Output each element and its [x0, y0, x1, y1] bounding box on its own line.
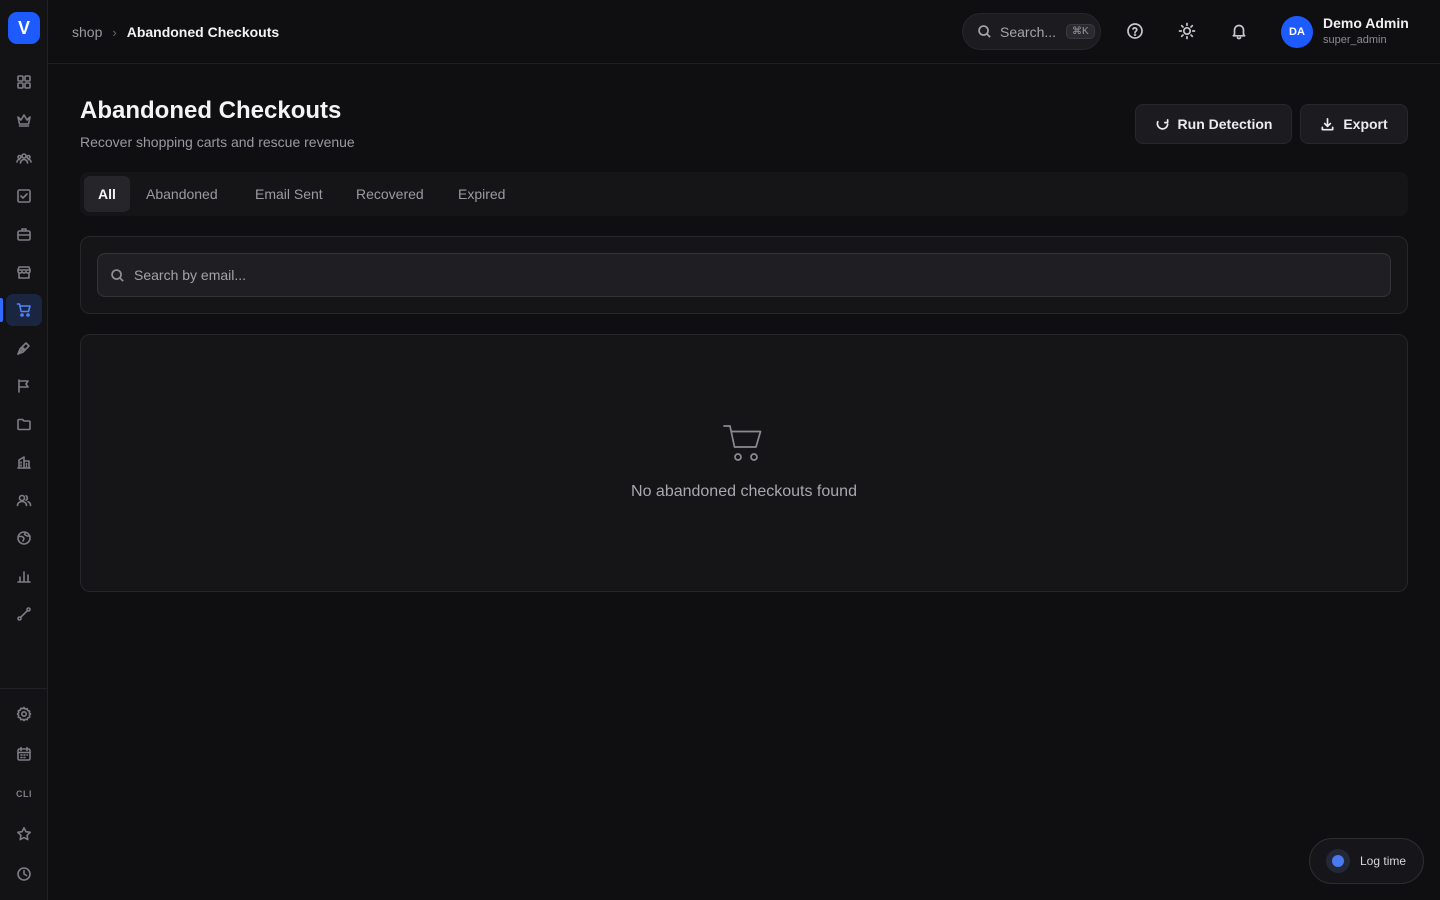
briefcase-icon[interactable] [6, 218, 42, 250]
log-time-label: Log time [1360, 854, 1407, 868]
sidebar-divider [0, 688, 48, 689]
breadcrumb: shop › Abandoned Checkouts [72, 24, 279, 40]
status-tabs: All Abandoned Email Sent Recovered Expir… [80, 172, 1408, 216]
breadcrumb-separator: › [112, 24, 117, 40]
log-time-button[interactable]: Log time [1309, 838, 1424, 884]
folder-icon[interactable] [6, 408, 42, 440]
run-detection-label: Run Detection [1177, 116, 1273, 132]
breadcrumb-current: Abandoned Checkouts [126, 24, 280, 40]
user-role: super_admin [1323, 34, 1387, 46]
help-icon[interactable] [1124, 20, 1146, 42]
breadcrumb-root[interactable]: shop [72, 24, 102, 40]
building-icon[interactable] [6, 446, 42, 478]
export-button[interactable]: Export [1300, 104, 1408, 144]
cart-icon [721, 421, 767, 467]
sidebar: V CLI [0, 0, 48, 900]
sun-icon[interactable] [1176, 20, 1198, 42]
tasks-icon[interactable] [6, 180, 42, 212]
email-search-box[interactable] [97, 253, 1391, 297]
email-search-input[interactable] [134, 267, 1334, 283]
empty-state-card: No abandoned checkouts found [80, 334, 1408, 592]
cli-button[interactable]: CLI [6, 778, 42, 810]
cli-label: CLI [16, 789, 32, 799]
tab-all[interactable]: All [84, 176, 130, 212]
search-shortcut: ⌘K [1066, 24, 1095, 39]
globe-icon[interactable] [6, 522, 42, 554]
user-name[interactable]: Demo Admin [1323, 15, 1409, 31]
active-indicator [0, 298, 3, 322]
cart-icon[interactable] [6, 294, 42, 326]
refresh-icon [1156, 118, 1169, 130]
users-icon[interactable] [6, 484, 42, 516]
timer-icon [1326, 849, 1350, 873]
tab-recovered[interactable]: Recovered [342, 176, 438, 212]
bell-icon[interactable] [1228, 20, 1250, 42]
download-icon [1321, 117, 1334, 130]
settings-icon[interactable] [6, 698, 42, 730]
page-title: Abandoned Checkouts [80, 97, 342, 124]
empty-state-message: No abandoned checkouts found [631, 483, 857, 500]
avatar[interactable]: DA [1281, 16, 1313, 48]
page-subtitle: Recover shopping carts and rescue revenu… [80, 134, 355, 150]
dashboard-icon[interactable] [6, 66, 42, 98]
route-icon[interactable] [6, 598, 42, 630]
global-search[interactable]: Search... ⌘K [962, 13, 1101, 50]
star-icon[interactable] [6, 818, 42, 850]
tab-abandoned[interactable]: Abandoned [132, 176, 232, 212]
search-icon [978, 25, 991, 38]
clock-icon[interactable] [6, 858, 42, 890]
calendar-icon[interactable] [6, 738, 42, 770]
topbar: shop › Abandoned Checkouts Search... ⌘K … [48, 0, 1440, 64]
team-icon[interactable] [6, 142, 42, 174]
store-icon[interactable] [6, 256, 42, 288]
crown-icon[interactable] [6, 104, 42, 136]
app-logo[interactable]: V [8, 12, 40, 44]
filter-card [80, 236, 1408, 314]
bar-chart-icon[interactable] [6, 560, 42, 592]
tab-expired[interactable]: Expired [444, 176, 519, 212]
search-icon [111, 268, 124, 282]
global-search-label: Search... [1000, 23, 1057, 40]
campaign-icon[interactable] [6, 370, 42, 402]
export-label: Export [1343, 116, 1388, 132]
run-detection-button[interactable]: Run Detection [1135, 104, 1292, 144]
tab-email-sent[interactable]: Email Sent [241, 176, 337, 212]
pen-icon[interactable] [6, 332, 42, 364]
